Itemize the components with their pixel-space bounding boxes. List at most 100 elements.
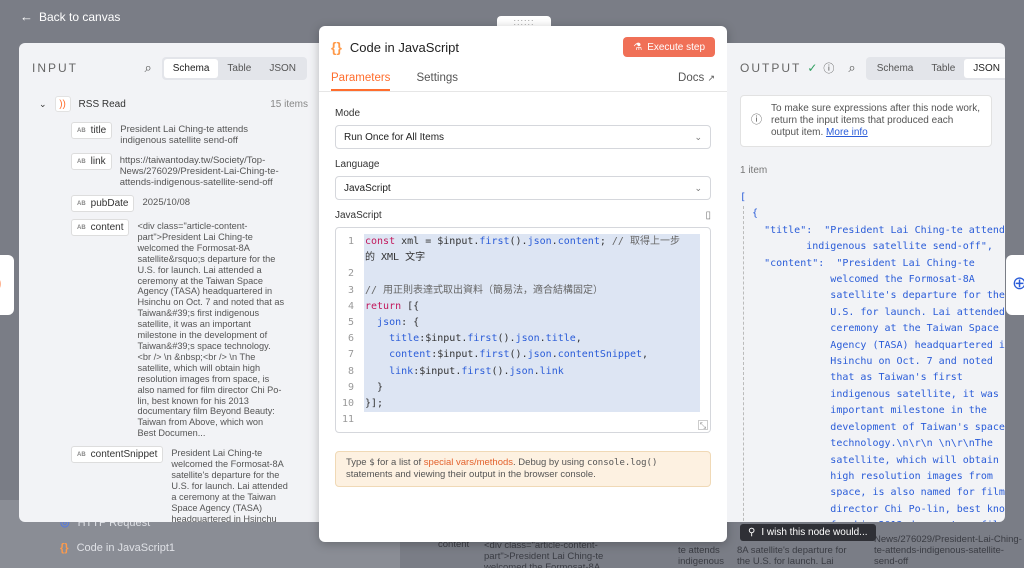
resize-handle-icon[interactable]: ⤡	[698, 420, 708, 430]
string-type-icon: AB	[77, 158, 86, 165]
tab-json[interactable]: JSON	[260, 59, 305, 78]
schema-field-pubdate[interactable]: AB pubDate 2025/10/08	[71, 195, 308, 212]
schema-field-content[interactable]: AB content <div class="article-content- p…	[71, 219, 308, 439]
schema-field-link[interactable]: AB link https://taiwantoday.tw/Society/To…	[71, 153, 308, 188]
json-line: U.S. for launch. Lai attended a	[740, 306, 1005, 318]
json-line: satellite, which will obtain	[740, 454, 999, 466]
docs-link[interactable]: Docs ↗	[678, 68, 715, 91]
tab-table[interactable]: Table	[922, 59, 964, 78]
code-hint: Type $ for a list of special vars/method…	[335, 451, 711, 487]
input-header: INPUT ⌕ Schema Table JSON	[19, 43, 320, 93]
json-output[interactable]: [ { "title": "President Lai Ching-te att…	[740, 190, 1005, 522]
string-type-icon: AB	[77, 200, 86, 207]
field-tag[interactable]: AB content	[71, 219, 130, 236]
code-line: 7 content:$input.first().json.contentSni…	[336, 347, 710, 364]
back-label: Back to canvas	[39, 9, 121, 24]
schema-field-title[interactable]: AB title President Lai Ching-te attends i…	[71, 122, 308, 146]
hint-code: console.log()	[586, 458, 658, 468]
json-line: development of Taiwan's space	[740, 421, 1005, 433]
json-line: Agency (TASA) headquartered in	[740, 339, 1005, 351]
field-tag[interactable]: AB contentSnippet	[71, 446, 164, 464]
field-tag[interactable]: AB link	[71, 153, 112, 170]
code-text: content:$input.first().json.contentSnipp…	[364, 347, 700, 364]
mode-select[interactable]: Run Once for All Items ⌄	[335, 125, 711, 149]
chevron-down-icon[interactable]: ⌄	[39, 99, 47, 110]
back-to-canvas-link[interactable]: ← Back to canvas	[20, 9, 120, 24]
code-line: 8 link:$input.first().json.link	[336, 363, 710, 380]
docs-label: Docs	[678, 72, 705, 84]
bg-text: 8A satellite's departure for the U.S. fo…	[737, 545, 847, 567]
code-text: return [{	[364, 298, 700, 315]
line-number: 4	[347, 300, 354, 312]
parameters-form: Mode Run Once for All Items ⌄ Language J…	[319, 92, 727, 487]
field-tag[interactable]: AB title	[71, 122, 113, 139]
language-select[interactable]: JavaScript ⌄	[335, 176, 711, 200]
code-line: 11	[336, 412, 710, 428]
string-type-icon: AB	[77, 224, 86, 231]
line-number: 7	[347, 349, 354, 361]
code-icon: {}	[331, 39, 342, 55]
more-info-link[interactable]: More info	[826, 127, 868, 138]
field-tag[interactable]: AB pubDate	[71, 195, 135, 212]
globe-icon: ⊕	[1012, 273, 1024, 293]
code-line: 2	[336, 266, 710, 283]
info-icon[interactable]: ⓘ	[823, 60, 834, 76]
field-value: President Lai Ching-te welcomed the Form…	[171, 448, 288, 522]
item-count: 15 items	[270, 98, 308, 110]
json-line: indigenous satellite, it was an	[740, 388, 1005, 400]
json-line: {	[740, 208, 759, 220]
json-line: high resolution images from	[740, 470, 993, 482]
field-name: content	[90, 222, 124, 233]
code-editor[interactable]: 1 const xml = $input.first().json.content…	[335, 227, 711, 433]
code-line: 4 return [{	[336, 298, 710, 315]
pairing-notice: ⓘ To make sure expressions after this no…	[740, 95, 992, 147]
line-number: 10	[341, 397, 354, 409]
bg-text: te attends indigenous	[678, 545, 724, 567]
canvas-node-label: Code in JavaScript1	[76, 542, 176, 554]
field-value: <div class="article-content- part">Presi…	[137, 221, 285, 439]
line-number: 9	[347, 381, 354, 393]
tab-table[interactable]: Table	[218, 59, 260, 78]
chevron-down-icon: ⌄	[694, 182, 702, 193]
json-line: for his 2013 documentary film	[740, 518, 1005, 522]
http-node-edge[interactable]: ⊕	[1006, 255, 1024, 315]
output-item-count: 1 item	[740, 165, 768, 176]
json-line: welcomed the Formosat-8A	[740, 274, 975, 286]
feedback-button[interactable]: ⚲ I wish this node would...	[740, 524, 876, 541]
tab-json[interactable]: JSON	[964, 58, 1005, 78]
code-label: JavaScript ▯	[335, 210, 711, 221]
line-number	[336, 250, 364, 266]
search-icon[interactable]: ⌕	[144, 60, 151, 76]
rss-icon: )	[0, 275, 1, 293]
json-line: space, is also named for film	[740, 487, 1005, 499]
tab-settings[interactable]: Settings	[416, 68, 458, 91]
code-text: json: {	[364, 314, 700, 332]
rss-node-edge[interactable]: )	[0, 255, 14, 315]
code-line: 的 XML 文字	[336, 250, 710, 267]
json-line: important milestone in the	[740, 405, 987, 417]
tab-schema[interactable]: Schema	[163, 58, 219, 78]
tab-schema[interactable]: Schema	[868, 59, 923, 78]
modal-title[interactable]: Code in JavaScript	[350, 40, 459, 55]
tab-parameters[interactable]: Parameters	[331, 68, 391, 91]
field-name: contentSnippet	[90, 449, 158, 461]
rss-icon: ))	[54, 96, 71, 112]
code-line: 1 const xml = $input.first().json.content…	[336, 234, 710, 251]
expand-editor-icon[interactable]: ▯	[705, 210, 711, 221]
tree-root-rss-read[interactable]: ⌄ )) RSS Read 15 items	[31, 93, 308, 115]
modal-tabs: Parameters Settings Docs ↗	[319, 68, 727, 92]
chevron-down-icon: ⌄	[694, 131, 702, 142]
special-vars-link[interactable]: special vars/methods	[424, 457, 513, 468]
line-number: 8	[347, 365, 354, 377]
schema-field-contentsnippet[interactable]: AB contentSnippet President Lai Ching-te …	[71, 446, 308, 522]
search-icon[interactable]: ⌕	[848, 60, 855, 76]
field-value: https://taiwantoday.tw/Society/Top- News…	[119, 155, 279, 188]
code-text: const xml = $input.first().json.content;…	[364, 234, 700, 251]
execute-step-button[interactable]: ⚗ Execute step	[623, 37, 715, 57]
hint-text: Type	[346, 457, 370, 468]
code-line: 10}];	[336, 395, 710, 413]
indent-guide	[743, 206, 744, 522]
input-title: INPUT	[32, 61, 78, 75]
code-node-modal: {} Code in JavaScript ⚗ Execute step Par…	[319, 26, 727, 542]
canvas-node-code[interactable]: {} Code in JavaScript1	[60, 542, 175, 554]
